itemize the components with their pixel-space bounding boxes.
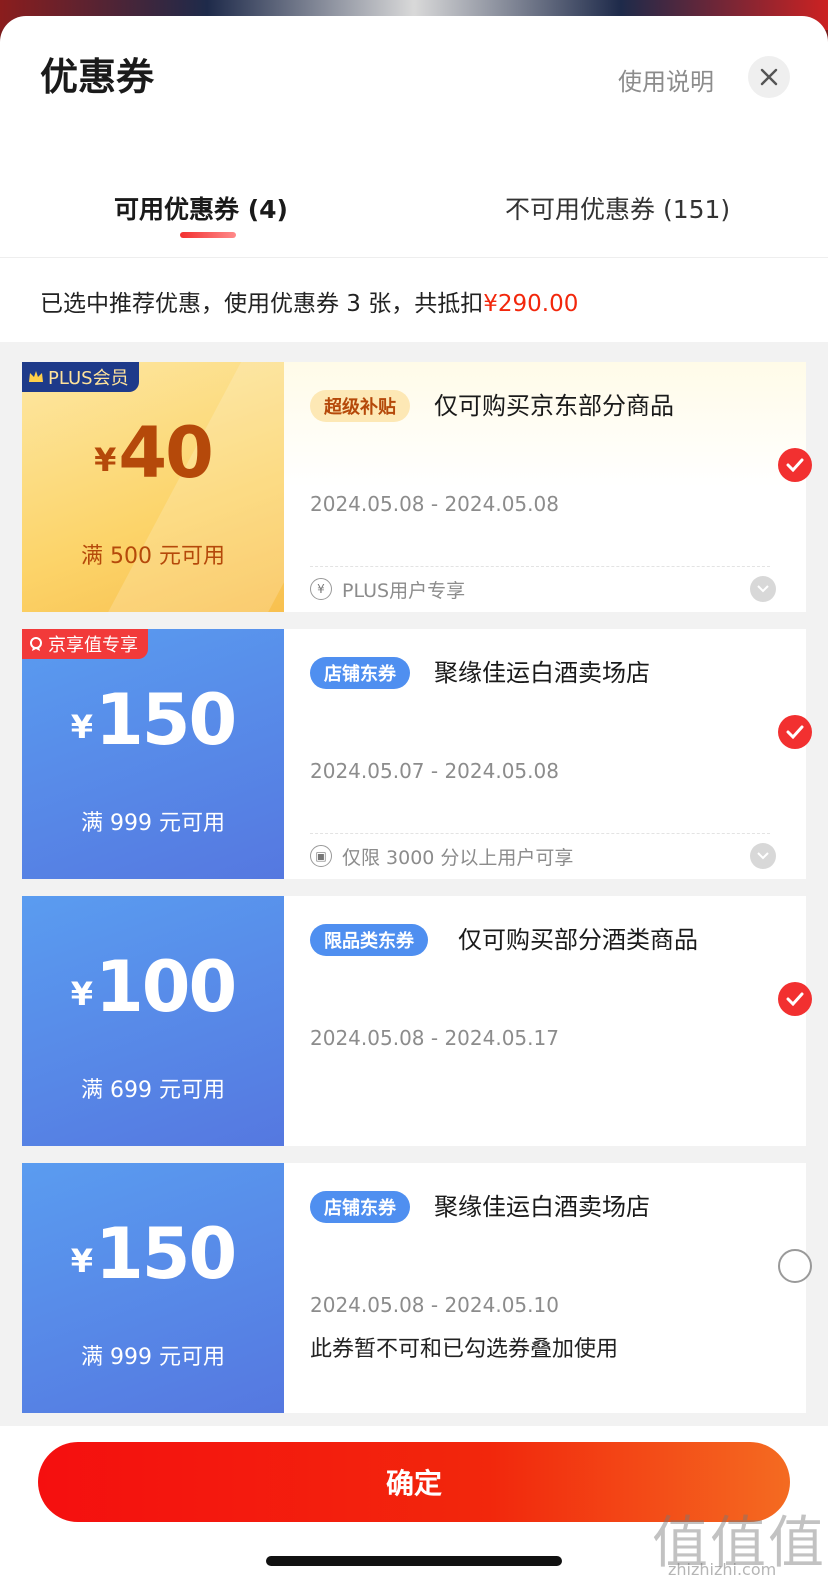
- summary-text: 已选中推荐优惠，使用优惠券 3 张，共抵扣: [40, 291, 484, 317]
- crown-icon: [29, 371, 43, 382]
- coupon-value-panel: PLUS会员 ¥40 满 500 元可用: [22, 362, 284, 612]
- coupon-title: 仅可购买部分酒类商品: [458, 926, 698, 954]
- coupon-amount: 150: [95, 679, 237, 761]
- coupon-condition: 满 999 元可用: [81, 811, 225, 836]
- coupon-value-panel: ¥100 满 699 元可用: [22, 896, 284, 1146]
- page-title: 优惠券: [40, 55, 155, 99]
- coupon-card[interactable]: ¥100 满 699 元可用 限品类东券 仅可购买部分酒类商品 2024.05.…: [22, 896, 812, 1146]
- coupon-condition: 满 999 元可用: [81, 1345, 225, 1370]
- discount-amount: ¥290.00: [483, 291, 579, 317]
- active-tab-indicator: [180, 232, 236, 238]
- currency-symbol: ¥: [70, 975, 94, 1013]
- coupon-condition: 满 699 元可用: [81, 1078, 225, 1103]
- currency-symbol: ¥: [94, 441, 117, 479]
- coupon-details: 店铺东券 聚缘佳运白酒卖场店 2024.05.08 - 2024.05.10 此…: [284, 1163, 812, 1413]
- coupon-card[interactable]: PLUS会员 ¥40 满 500 元可用 超级补贴 仅可购买京东部分商品 202…: [22, 362, 812, 612]
- score-icon: ▣: [310, 845, 332, 867]
- coupon-card[interactable]: 京享值专享 ¥150 满 999 元可用 店铺东券 聚缘佳运白酒卖场店 2024…: [22, 629, 812, 879]
- coupon-details: 超级补贴 仅可购买京东部分商品 2024.05.08 - 2024.05.08 …: [284, 362, 812, 612]
- coupon-tag: 限品类东券: [310, 924, 428, 956]
- coupon-dates: 2024.05.08 - 2024.05.17: [310, 1026, 559, 1050]
- coupon-dates: 2024.05.08 - 2024.05.08: [310, 492, 559, 516]
- coupon-tag: 超级补贴: [310, 390, 410, 422]
- jingxiang-badge: 京享值专享: [22, 629, 148, 659]
- coupon-details: 店铺东券 聚缘佳运白酒卖场店 2024.05.07 - 2024.05.08 ▣…: [284, 629, 812, 879]
- coupon-checkbox[interactable]: [778, 982, 812, 1016]
- coupon-dates: 2024.05.08 - 2024.05.10: [310, 1293, 559, 1317]
- currency-symbol: ¥: [70, 708, 94, 746]
- watermark-url: zhizhizhi.com: [668, 1560, 777, 1579]
- tab-available[interactable]: 可用优惠券 (4): [114, 190, 288, 226]
- currency-symbol: ¥: [70, 1242, 94, 1280]
- home-indicator[interactable]: [266, 1556, 562, 1566]
- coupon-tag: 店铺东券: [310, 657, 410, 689]
- coupon-footer: ¥ PLUS用户专享: [310, 572, 465, 606]
- coupon-amount: 40: [118, 412, 213, 494]
- plus-member-badge: PLUS会员: [22, 362, 139, 392]
- usage-instructions-link[interactable]: 使用说明: [618, 62, 714, 97]
- coupon-title: 聚缘佳运白酒卖场店: [434, 1193, 650, 1221]
- coupon-checkbox[interactable]: [778, 715, 812, 749]
- coupon-tag: 店铺东券: [310, 1191, 410, 1223]
- coupon-value-panel: ¥150 满 999 元可用: [22, 1163, 284, 1413]
- chevron-down-icon[interactable]: [750, 843, 776, 869]
- coupon-checkbox[interactable]: [778, 1249, 812, 1283]
- coupon-list: PLUS会员 ¥40 满 500 元可用 超级补贴 仅可购买京东部分商品 202…: [0, 342, 828, 1442]
- check-icon: [786, 458, 804, 472]
- coupon-condition: 满 500 元可用: [81, 544, 225, 569]
- medal-icon: [30, 637, 42, 651]
- coupon-footer: ▣ 仅限 3000 分以上用户可享: [310, 839, 573, 873]
- coupon-amount: 100: [95, 946, 237, 1028]
- coupon-tabs: 可用优惠券 (4) 不可用优惠券 (151): [0, 166, 828, 258]
- chevron-down-icon[interactable]: [750, 576, 776, 602]
- coupon-details: 限品类东券 仅可购买部分酒类商品 2024.05.08 - 2024.05.17: [284, 896, 812, 1146]
- selection-summary: 已选中推荐优惠，使用优惠券 3 张，共抵扣¥290.00: [0, 258, 828, 342]
- tab-unavailable[interactable]: 不可用优惠券 (151): [505, 190, 730, 226]
- sheet-header: 优惠券 使用说明: [0, 16, 828, 146]
- coupon-footer-text: 仅限 3000 分以上用户可享: [342, 846, 574, 869]
- check-icon: [786, 725, 804, 739]
- coupon-card[interactable]: ¥150 满 999 元可用 店铺东券 聚缘佳运白酒卖场店 2024.05.08…: [22, 1163, 812, 1413]
- close-icon: [760, 68, 778, 86]
- coupon-sheet: 优惠券 使用说明 可用优惠券 (4) 不可用优惠券 (151) 已选中推荐优惠，…: [0, 16, 828, 1596]
- coupon-checkbox[interactable]: [778, 448, 812, 482]
- coupon-value-panel: 京享值专享 ¥150 满 999 元可用: [22, 629, 284, 879]
- close-button[interactable]: [748, 56, 790, 98]
- coupon-dates: 2024.05.07 - 2024.05.08: [310, 759, 559, 783]
- yen-circle-icon: ¥: [310, 578, 332, 600]
- coupon-title: 聚缘佳运白酒卖场店: [434, 659, 650, 687]
- coupon-title: 仅可购买京东部分商品: [434, 392, 674, 420]
- coupon-footer-text: PLUS用户专享: [342, 579, 466, 602]
- check-icon: [786, 992, 804, 1006]
- coupon-amount: 150: [95, 1213, 237, 1295]
- coupon-note: 此券暂不可和已勾选券叠加使用: [310, 1337, 619, 1362]
